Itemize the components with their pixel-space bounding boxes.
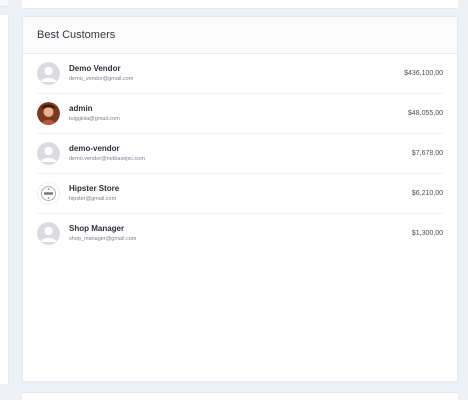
- card-title: Best Customers: [37, 29, 116, 41]
- card-header: Best Customers: [23, 17, 457, 54]
- photo-avatar: [37, 102, 60, 125]
- default-avatar-icon: [37, 142, 60, 165]
- default-avatar-icon: [37, 62, 60, 85]
- customer-email: demo.vendor@netbasejsc.com: [69, 156, 145, 162]
- customer-row[interactable]: Hipster Store hipster@gmail.com $6,210.0…: [37, 174, 443, 214]
- customer-row[interactable]: Demo Vendor demo_vendor@gmail.com $436,1…: [37, 54, 443, 94]
- customer-row[interactable]: demo-vendor demo.vendor@netbasejsc.com $…: [37, 134, 443, 174]
- customer-info: Demo Vendor demo_vendor@gmail.com: [69, 63, 404, 84]
- customer-email: shop_manager@gmail.com: [69, 236, 137, 242]
- customer-row[interactable]: Shop Manager shop_manager@gmail.com $1,3…: [37, 214, 443, 253]
- customer-amount: $7,678.00: [411, 150, 443, 157]
- customer-info: Shop Manager shop_manager@gmail.com: [69, 223, 412, 244]
- customer-name[interactable]: Shop Manager: [69, 223, 412, 234]
- customer-name[interactable]: demo-vendor: [69, 143, 412, 154]
- customer-name[interactable]: Hipster Store: [69, 183, 412, 194]
- customer-info: Hipster Store hipster@gmail.com: [69, 183, 412, 204]
- customer-amount: $1,300.00: [411, 230, 443, 237]
- default-avatar-icon: [37, 222, 60, 245]
- left-panel-edge: [0, 15, 9, 384]
- customer-info: admin tuiggkiia@gmail.com: [69, 103, 408, 124]
- best-customers-card: Best Customers Demo Vendor demo_vendor@g…: [22, 16, 458, 382]
- customer-email: tuiggkiia@gmail.com: [69, 116, 120, 122]
- customer-name[interactable]: admin: [69, 103, 408, 114]
- store-logo-icon: [37, 182, 60, 205]
- customer-list: Demo Vendor demo_vendor@gmail.com $436,1…: [23, 54, 457, 253]
- top-left-panel-edge: [0, 0, 8, 7]
- bottom-panel-edge: [22, 392, 458, 400]
- top-panel-edge: [22, 0, 458, 9]
- customer-amount: $436,100.00: [404, 70, 443, 77]
- customer-email: demo_vendor@gmail.com: [69, 76, 134, 82]
- customer-amount: $48,055.00: [407, 110, 443, 117]
- customer-info: demo-vendor demo.vendor@netbasejsc.com: [69, 143, 412, 164]
- customer-name[interactable]: Demo Vendor: [69, 63, 404, 74]
- customer-email: hipster@gmail.com: [69, 196, 117, 202]
- customer-amount: $6,210.00: [411, 190, 443, 197]
- dashboard-area: Best Customers Demo Vendor demo_vendor@g…: [0, 0, 468, 400]
- customer-row[interactable]: admin tuiggkiia@gmail.com $48,055.00: [37, 94, 443, 134]
